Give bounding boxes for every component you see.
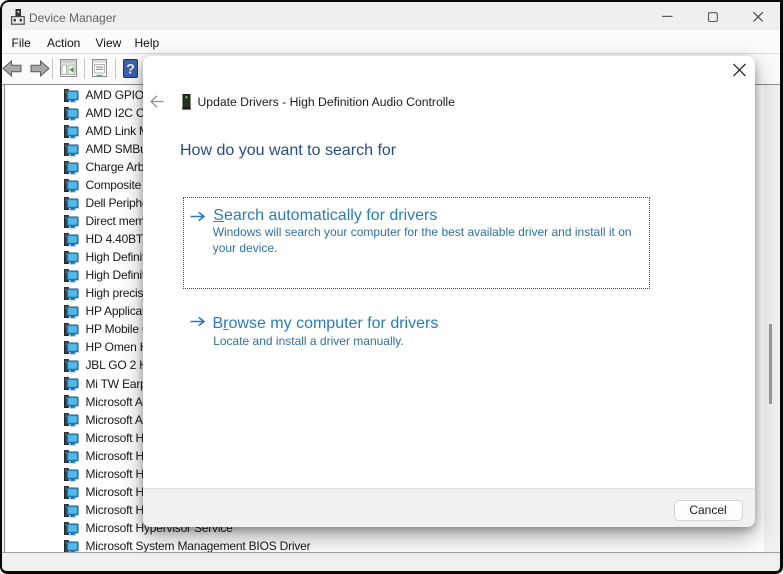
svg-text:?: ? — [126, 61, 135, 77]
